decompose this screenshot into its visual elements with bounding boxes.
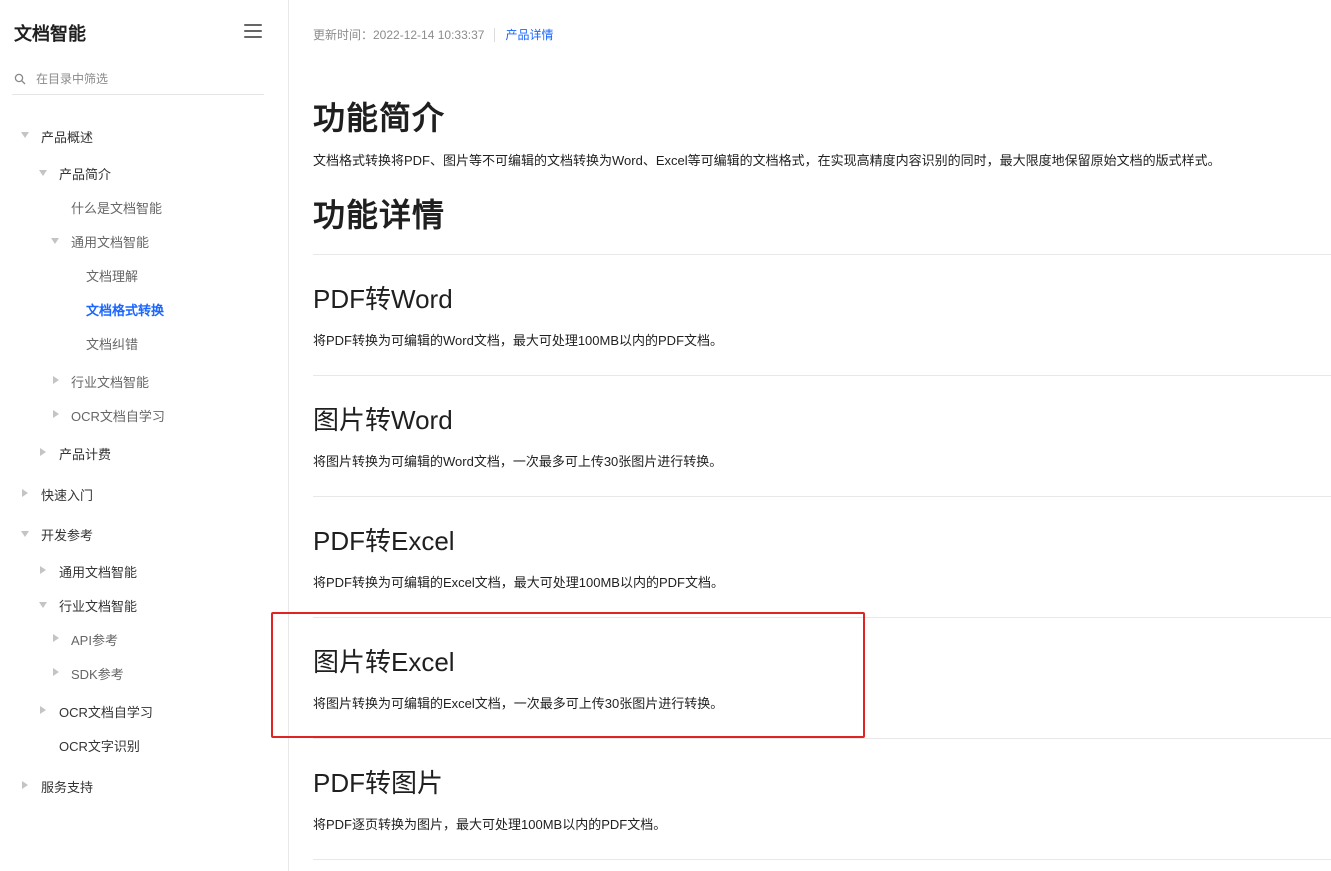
divider bbox=[313, 496, 1331, 497]
sidebar-item-pricing[interactable]: 产品计费 bbox=[59, 443, 111, 463]
divider bbox=[313, 375, 1331, 376]
sidebar-item-quick-start[interactable]: 快速入门 bbox=[41, 484, 93, 504]
caret-right-icon[interactable] bbox=[53, 410, 59, 418]
intro-text: 文档格式转换将PDF、图片等不可编辑的文档转换为Word、Excel等可编辑的文… bbox=[313, 153, 1221, 168]
sidebar-item-service-support[interactable]: 服务支持 bbox=[41, 776, 93, 796]
caret-right-icon[interactable] bbox=[53, 634, 59, 642]
updated-time: 更新时间：2022-12-14 10:33:37 bbox=[313, 28, 485, 42]
caret-down-icon[interactable] bbox=[39, 170, 47, 176]
sidebar-item-dev-general-doc[interactable]: 通用文档智能 bbox=[59, 561, 137, 581]
caret-right-icon[interactable] bbox=[53, 376, 59, 384]
divider bbox=[313, 617, 1331, 618]
caret-down-icon[interactable] bbox=[21, 531, 29, 537]
sidebar-item-product-intro[interactable]: 产品简介 bbox=[59, 163, 111, 183]
sidebar-item-doc-correction[interactable]: 文档纠错 bbox=[86, 333, 138, 353]
section-title-image-excel: 图片转Excel bbox=[313, 647, 455, 677]
section-title-image-word: 图片转Word bbox=[313, 405, 453, 435]
caret-right-icon[interactable] bbox=[40, 448, 46, 456]
sidebar-title: 文档智能 bbox=[14, 24, 86, 44]
sidebar-item-doc-understanding[interactable]: 文档理解 bbox=[86, 265, 138, 285]
sidebar-item-dev-reference[interactable]: 开发参考 bbox=[41, 524, 93, 544]
caret-down-icon[interactable] bbox=[39, 602, 47, 608]
caret-down-icon[interactable] bbox=[51, 238, 59, 244]
divider bbox=[313, 859, 1331, 860]
sidebar-item-doc-conversion[interactable]: 文档格式转换 bbox=[86, 299, 164, 319]
sidebar-item-sdk-reference[interactable]: SDK参考 bbox=[71, 663, 124, 683]
divider bbox=[313, 254, 1331, 255]
sidebar: 文档智能 产品概述 产品简介 什么是文档智能 通用文档智能 文档理解 文档格式转… bbox=[0, 0, 289, 871]
sidebar-item-api-reference[interactable]: API参考 bbox=[71, 629, 118, 649]
sidebar-item-dev-industry-doc[interactable]: 行业文档智能 bbox=[59, 595, 137, 615]
page-meta: 更新时间：2022-12-14 10:33:37 产品详情 bbox=[313, 26, 553, 43]
sidebar-item-industry-doc[interactable]: 行业文档智能 bbox=[71, 371, 149, 391]
sidebar-item-what-is[interactable]: 什么是文档智能 bbox=[71, 197, 162, 217]
caret-right-icon[interactable] bbox=[40, 706, 46, 714]
divider bbox=[313, 738, 1331, 739]
meta-divider bbox=[494, 27, 496, 42]
caret-down-icon[interactable] bbox=[21, 132, 29, 138]
sidebar-item-general-doc[interactable]: 通用文档智能 bbox=[71, 231, 149, 251]
product-details-link[interactable]: 产品详情 bbox=[505, 26, 553, 43]
hamburger-menu-icon[interactable] bbox=[244, 24, 262, 38]
main-content: 更新时间：2022-12-14 10:33:37 产品详情 功能简介 文档格式转… bbox=[313, 0, 1331, 871]
caret-right-icon[interactable] bbox=[22, 781, 28, 789]
details-title: 功能详情 bbox=[313, 197, 446, 233]
section-desc-pdf-excel: 将PDF转换为可编辑的Excel文档，最大可处理100MB以内的PDF文档。 bbox=[313, 575, 724, 590]
sidebar-item-dev-ocr-self-learning[interactable]: OCR文档自学习 bbox=[59, 701, 153, 721]
section-desc-image-excel: 将图片转换为可编辑的Excel文档，一次最多可上传30张图片进行转换。 bbox=[313, 696, 724, 711]
filter-input[interactable] bbox=[34, 71, 248, 87]
intro-title: 功能简介 bbox=[313, 100, 446, 136]
section-title-pdf-word: PDF转Word bbox=[313, 284, 453, 314]
caret-right-icon[interactable] bbox=[22, 489, 28, 497]
section-desc-pdf-word: 将PDF转换为可编辑的Word文档，最大可处理100MB以内的PDF文档。 bbox=[313, 333, 724, 348]
filter-field[interactable] bbox=[12, 64, 264, 95]
section-title-pdf-image: PDF转图片 bbox=[313, 768, 444, 798]
section-desc-pdf-image: 将PDF逐页转换为图片，最大可处理100MB以内的PDF文档。 bbox=[313, 817, 667, 832]
sidebar-item-ocr-text-recognition[interactable]: OCR文字识别 bbox=[59, 735, 140, 755]
section-desc-image-word: 将图片转换为可编辑的Word文档，一次最多可上传30张图片进行转换。 bbox=[313, 454, 723, 469]
caret-right-icon[interactable] bbox=[40, 566, 46, 574]
caret-right-icon[interactable] bbox=[53, 668, 59, 676]
sidebar-item-product-overview[interactable]: 产品概述 bbox=[41, 126, 93, 146]
section-title-pdf-excel: PDF转Excel bbox=[313, 526, 455, 556]
sidebar-item-ocr-self-learning[interactable]: OCR文档自学习 bbox=[71, 405, 165, 425]
search-icon bbox=[14, 73, 26, 85]
